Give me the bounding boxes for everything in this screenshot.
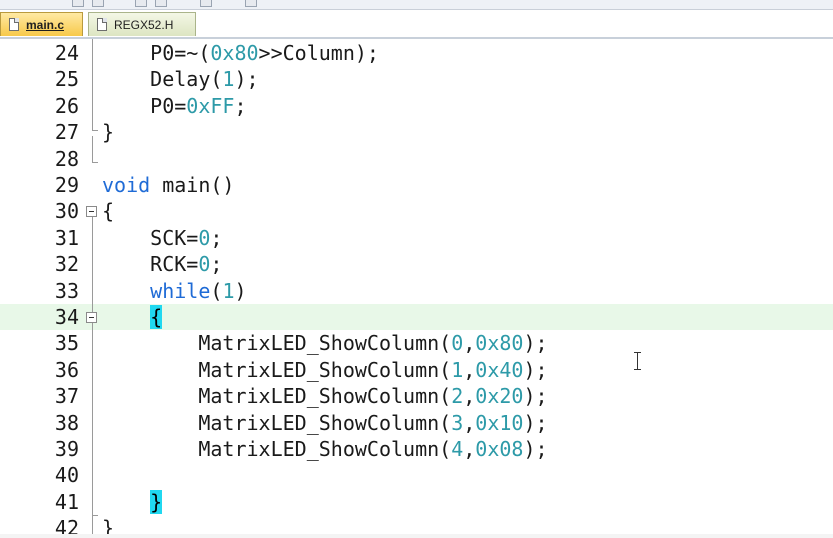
mouse-ibeam-cursor-icon	[634, 352, 641, 370]
fold-guide	[92, 136, 93, 163]
code-line[interactable]: 34 {	[0, 304, 833, 330]
file-icon	[9, 18, 19, 31]
code-line[interactable]: 32 RCK=0;	[0, 251, 833, 277]
code-line[interactable]: 41 }	[0, 489, 833, 515]
fold-end-marker	[92, 130, 98, 131]
fold-guide	[92, 217, 93, 312]
code-text: RCK=0;	[102, 252, 223, 277]
line-number: 34	[54, 305, 79, 329]
code-line[interactable]: 40	[0, 462, 833, 488]
code-line[interactable]: 24 P0=~(0x80>>Column);	[0, 40, 833, 66]
file-tab-bar: main.c REGX52.H	[0, 10, 833, 39]
line-number: 27	[54, 120, 79, 145]
tab-label: REGX52.H	[114, 17, 174, 32]
toolbar-button[interactable]	[200, 0, 212, 7]
code-text: {	[102, 304, 163, 330]
code-editor[interactable]: 42} 41 } 40 39 MatrixLED_ShowColumn(4,0x08)…	[0, 39, 833, 538]
line-number: 36	[54, 357, 79, 382]
code-text: P0=0xFF;	[102, 93, 247, 118]
line-number: 28	[54, 146, 79, 171]
fold-toggle-icon[interactable]	[86, 312, 97, 323]
code-line[interactable]: 39 MatrixLED_ShowColumn(4,0x08);	[0, 436, 833, 462]
code-line[interactable]: 30 {	[0, 198, 833, 224]
code-line[interactable]: 29 void main()	[0, 172, 833, 198]
line-number: 35	[54, 331, 79, 356]
code-line[interactable]: 26 P0=0xFF;	[0, 93, 833, 119]
editor-bottom-edge	[0, 534, 833, 538]
code-text: while(1)	[150, 278, 247, 303]
code-line[interactable]: 36 MatrixLED_ShowColumn(1,0x40);	[0, 357, 833, 383]
toolbar-button[interactable]	[155, 0, 167, 7]
code-text: MatrixLED_ShowColumn(1,0x40);	[102, 357, 548, 382]
tab-main-c[interactable]: main.c	[0, 12, 83, 36]
code-text: void main()	[102, 173, 235, 197]
line-number: 32	[54, 252, 79, 277]
code-text: MatrixLED_ShowColumn(2,0x20);	[102, 384, 548, 409]
matched-brace: {	[150, 305, 163, 329]
code-line[interactable]: 38 MatrixLED_ShowColumn(3,0x10);	[0, 410, 833, 436]
code-text: MatrixLED_ShowColumn(0,0x80);	[102, 331, 548, 356]
fold-guide	[92, 39, 93, 130]
code-line[interactable]: 27}	[0, 119, 833, 145]
tab-regx52-h[interactable]: REGX52.H	[88, 12, 196, 36]
line-number: 25	[54, 67, 79, 92]
line-number: 39	[54, 437, 79, 461]
code-text: }	[102, 489, 163, 515]
code-line[interactable]: 33 while(1)	[0, 278, 833, 304]
tab-label: main.c	[26, 17, 65, 32]
code-line[interactable]: 35 MatrixLED_ShowColumn(0,0x80);	[0, 330, 833, 356]
line-number: 30	[54, 199, 79, 224]
line-number: 24	[54, 41, 79, 65]
code-text: }	[102, 120, 115, 145]
line-number: 33	[54, 278, 79, 303]
fold-end-marker	[92, 162, 98, 163]
code-line[interactable]: 28	[0, 146, 833, 172]
code-text: MatrixLED_ShowColumn(4,0x08);	[102, 437, 548, 461]
matched-brace: }	[150, 489, 163, 514]
toolbar-button[interactable]	[245, 0, 257, 7]
fold-toggle-icon[interactable]	[86, 206, 97, 217]
line-number: 41	[54, 489, 79, 514]
file-icon	[97, 18, 107, 31]
line-number: 26	[54, 93, 79, 118]
code-line[interactable]: 37 MatrixLED_ShowColumn(2,0x20);	[0, 383, 833, 409]
line-number: 38	[54, 410, 79, 435]
code-text: SCK=0;	[102, 225, 223, 250]
code-text: MatrixLED_ShowColumn(3,0x10);	[102, 410, 548, 435]
line-number: 31	[54, 225, 79, 250]
code-line[interactable]: 31 SCK=0;	[0, 225, 833, 251]
code-text: Delay(1);	[102, 67, 259, 92]
code-text: {	[102, 199, 115, 224]
fold-guide	[92, 323, 93, 516]
toolbar-button[interactable]	[135, 0, 147, 7]
line-number: 40	[54, 463, 79, 488]
toolbar	[0, 0, 833, 10]
toolbar-button[interactable]	[92, 0, 104, 7]
code-text: P0=~(0x80>>Column);	[102, 41, 379, 65]
line-number: 29	[54, 173, 79, 197]
code-line[interactable]: 25 Delay(1);	[0, 66, 833, 92]
line-number: 37	[54, 384, 79, 409]
toolbar-button[interactable]	[72, 0, 84, 7]
